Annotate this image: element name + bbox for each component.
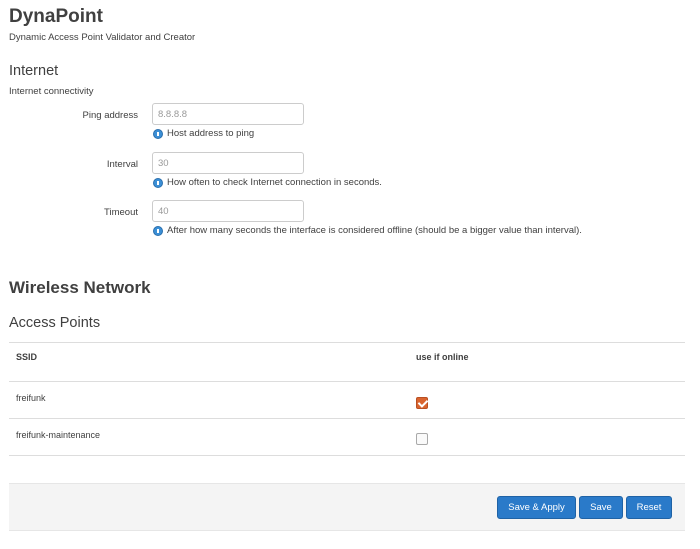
reset-button[interactable]: Reset [626, 496, 672, 519]
use-if-online-checkbox[interactable] [416, 397, 428, 409]
ssid-cell: freifunk-maintenance [16, 430, 101, 440]
interval-input[interactable] [152, 152, 304, 174]
use-if-online-checkbox[interactable] [416, 433, 428, 445]
internet-section-title: Internet [9, 63, 59, 79]
interval-hint: How often to check Internet connection i… [153, 177, 382, 188]
ping-address-input[interactable] [152, 103, 304, 125]
timeout-label: Timeout [104, 207, 138, 218]
save-button[interactable]: Save [579, 496, 623, 519]
timeout-hint: After how many seconds the interface is … [153, 225, 582, 236]
ping-address-label: Ping address [82, 110, 138, 121]
info-icon [153, 177, 163, 188]
table-row: freifunk-maintenance [9, 419, 685, 456]
table-header: SSID use if online [9, 342, 685, 382]
ssid-cell: freifunk [16, 393, 46, 403]
ping-address-hint: Host address to ping [153, 128, 254, 139]
action-bar: Save & Apply Save Reset [9, 483, 685, 531]
timeout-hint-text: After how many seconds the interface is … [167, 225, 582, 236]
wireless-section-title: Wireless Network [9, 278, 151, 297]
table-row: freifunk [9, 382, 685, 419]
info-icon [153, 128, 163, 139]
column-header-use-if-online: use if online [416, 352, 469, 362]
page-subtitle: Dynamic Access Point Validator and Creat… [9, 32, 196, 43]
access-points-title: Access Points [9, 315, 101, 331]
save-apply-button[interactable]: Save & Apply [497, 496, 576, 519]
internet-section-description: Internet connectivity [9, 86, 94, 97]
interval-label: Interval [106, 159, 138, 170]
column-header-ssid: SSID [16, 352, 38, 362]
page-title: DynaPoint [9, 6, 103, 27]
interval-hint-text: How often to check Internet connection i… [167, 177, 382, 188]
ping-address-hint-text: Host address to ping [167, 128, 255, 139]
timeout-input[interactable] [152, 200, 304, 222]
info-icon [153, 225, 163, 236]
